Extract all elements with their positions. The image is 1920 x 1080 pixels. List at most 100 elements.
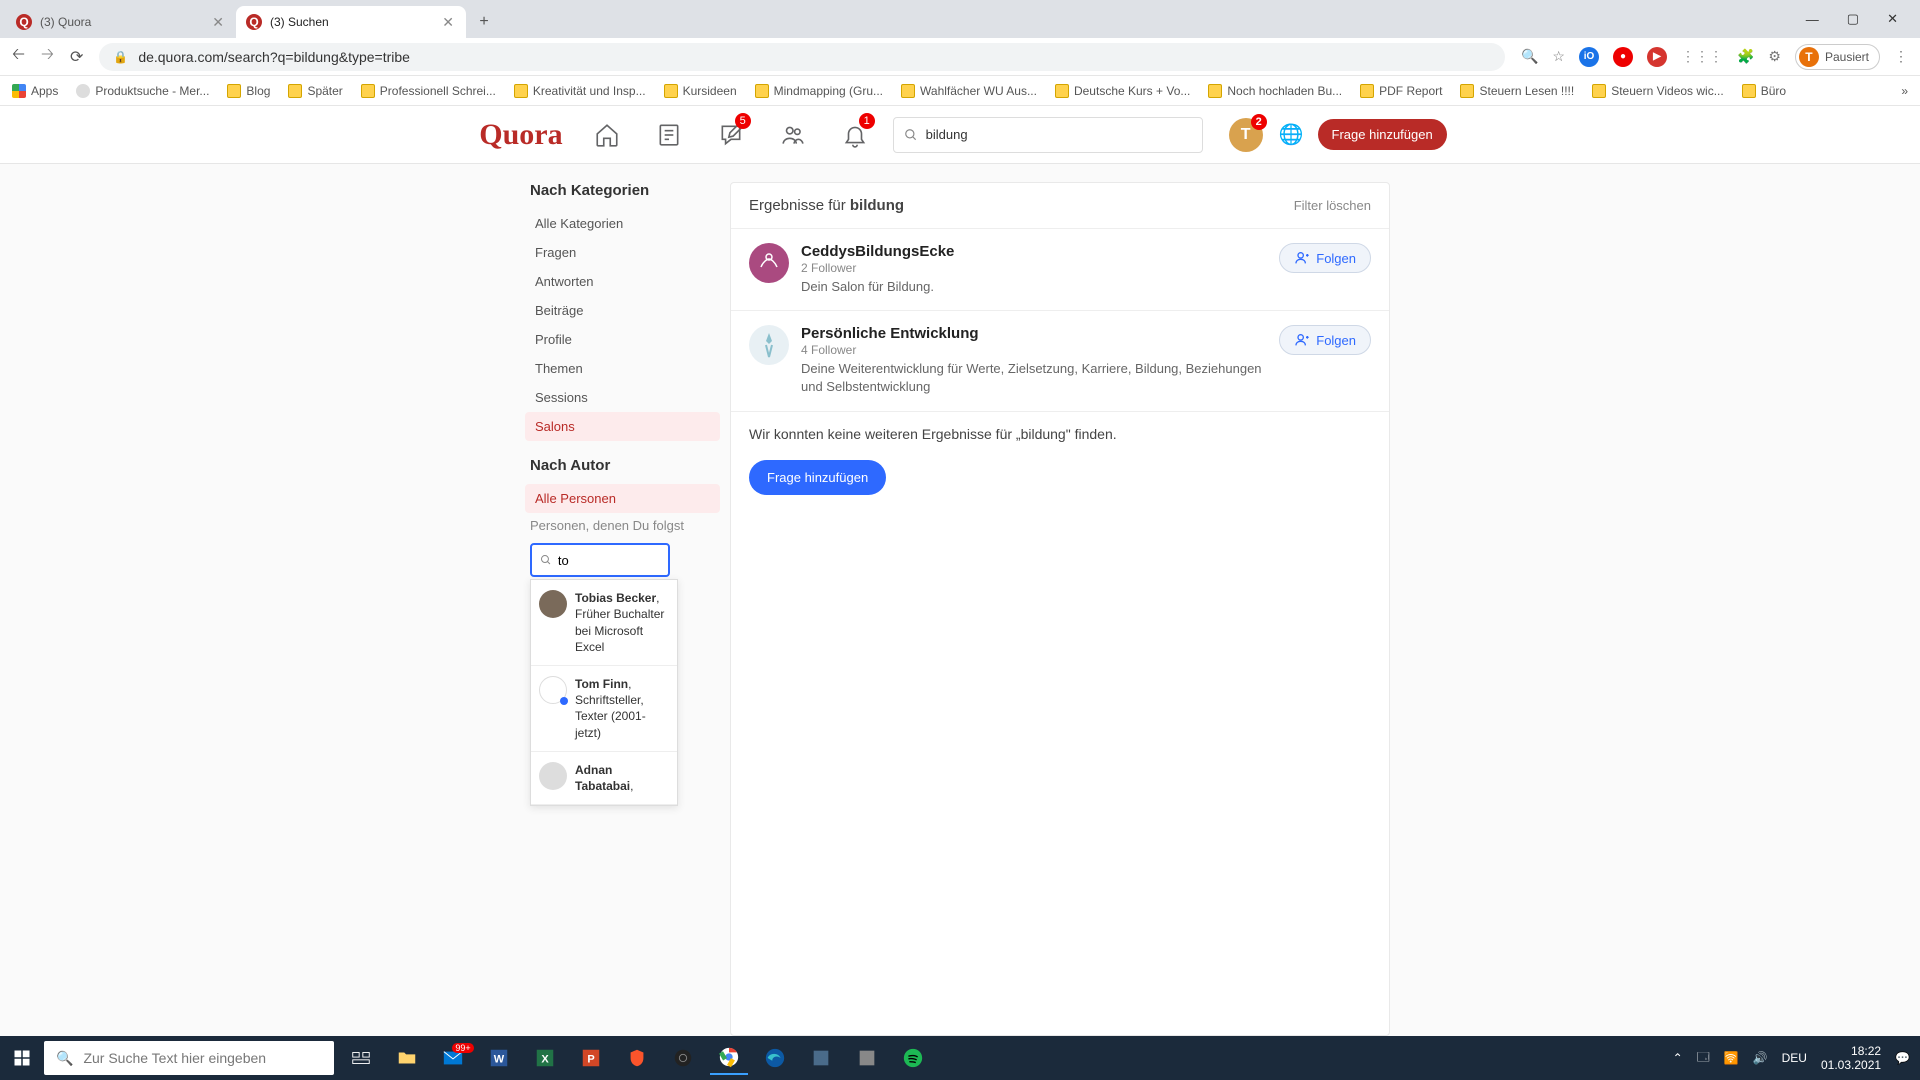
bookmark-apps[interactable]: Apps (12, 84, 58, 98)
maximize-icon[interactable]: ▢ (1847, 11, 1859, 27)
author-search-input[interactable] (530, 543, 670, 577)
close-icon[interactable]: ✕ (442, 14, 454, 31)
bookmark-item[interactable]: Büro (1742, 84, 1786, 98)
nav-notifications-icon[interactable]: 1 (831, 115, 879, 155)
taskbar-search-input[interactable]: 🔍 Zur Suche Text hier eingeben (44, 1041, 334, 1075)
new-tab-button[interactable]: + (474, 12, 494, 32)
globe-icon[interactable]: 🌐 (1279, 122, 1304, 147)
tab-quora[interactable]: Q (3) Quora ✕ (6, 6, 236, 38)
reload-icon[interactable]: ⟳ (70, 47, 83, 67)
nav-spaces-icon[interactable] (769, 115, 817, 155)
bookmark-item[interactable]: Kreativität und Insp... (514, 84, 646, 98)
add-question-button[interactable]: Frage hinzufügen (1318, 119, 1447, 150)
app-icon[interactable] (848, 1041, 886, 1075)
close-icon[interactable]: ✕ (212, 14, 224, 31)
sidebar-item-posts[interactable]: Beiträge (525, 296, 720, 325)
follow-button[interactable]: Folgen (1279, 325, 1371, 355)
mail-icon[interactable]: 99+ (434, 1041, 472, 1075)
chevron-up-icon[interactable]: ⌃ (1673, 1051, 1683, 1065)
extension-icon[interactable]: ⋮⋮⋮ (1681, 48, 1723, 65)
powerpoint-icon[interactable]: P (572, 1041, 610, 1075)
bookmark-item[interactable]: Mindmapping (Gru... (755, 84, 883, 98)
author-search-field[interactable] (558, 553, 660, 568)
bookmark-item[interactable]: Wahlfächer WU Aus... (901, 84, 1037, 98)
bookmarks-overflow-icon[interactable]: » (1901, 84, 1908, 98)
sidebar-item-all-persons[interactable]: Alle Personen (525, 484, 720, 513)
notifications-icon[interactable]: 💬 (1895, 1051, 1910, 1065)
battery-icon[interactable]: 🗔 (1697, 1048, 1710, 1069)
close-icon[interactable]: ✕ (1887, 11, 1898, 27)
nav-following-icon[interactable] (645, 115, 693, 155)
kebab-icon[interactable]: ⋮ (1894, 48, 1908, 65)
bookmark-item[interactable]: Steuern Lesen !!!! (1460, 84, 1574, 98)
avatar-icon (539, 762, 567, 790)
clear-filter-link[interactable]: Filter löschen (1294, 198, 1371, 213)
start-button[interactable] (0, 1049, 44, 1067)
author-dropdown[interactable]: Tobias Becker, Früher Buchalter bei Micr… (530, 579, 678, 806)
result-item[interactable]: Persönliche Entwicklung 4 Follower Deine… (731, 311, 1389, 411)
clock[interactable]: 18:22 01.03.2021 (1821, 1044, 1881, 1073)
edge-icon[interactable] (756, 1041, 794, 1075)
dropdown-item[interactable]: Tobias Becker, Früher Buchalter bei Micr… (531, 580, 677, 666)
star-icon[interactable]: ☆ (1552, 48, 1565, 65)
bookmark-item[interactable]: Blog (227, 84, 270, 98)
bookmark-item[interactable]: Steuern Videos wic... (1592, 84, 1724, 98)
result-item[interactable]: CeddysBildungsEcke 2 Follower Dein Salon… (731, 229, 1389, 311)
quora-logo[interactable]: Quora (473, 118, 568, 152)
follow-button[interactable]: Folgen (1279, 243, 1371, 273)
chrome-icon[interactable] (710, 1041, 748, 1075)
minimize-icon[interactable]: — (1806, 12, 1819, 27)
user-avatar[interactable]: T 2 (1229, 118, 1263, 152)
profile-chip[interactable]: T Pausiert (1795, 44, 1880, 70)
gear-icon[interactable]: ⚙ (1768, 48, 1781, 65)
spotify-icon[interactable] (894, 1041, 932, 1075)
explorer-icon[interactable] (388, 1041, 426, 1075)
zoom-icon[interactable]: 🔍 (1521, 48, 1538, 65)
sidebar-item-sessions[interactable]: Sessions (525, 383, 720, 412)
nav-answer-icon[interactable]: 5 (707, 115, 755, 155)
bookmark-item[interactable]: Kursideen (664, 84, 737, 98)
excel-icon[interactable]: X (526, 1041, 564, 1075)
add-question-button[interactable]: Frage hinzufügen (749, 460, 886, 495)
sidebar-heading-categories: Nach Kategorien (530, 182, 710, 199)
tab-suchen[interactable]: Q (3) Suchen ✕ (236, 6, 466, 38)
extension-icon[interactable]: iO (1579, 47, 1599, 67)
folder-icon (1208, 84, 1222, 98)
bookmark-item[interactable]: Später (288, 84, 342, 98)
system-tray: ⌃ 🗔 🛜 🔊 DEU 18:22 01.03.2021 💬 (1673, 1044, 1920, 1073)
forward-icon[interactable]: 🡢 (41, 43, 54, 70)
search-icon: 🔍 (56, 1050, 73, 1067)
sidebar: Nach Kategorien Alle Kategorien Fragen A… (530, 182, 710, 1036)
quora-search-input[interactable]: bildung (893, 117, 1203, 153)
sidebar-item-topics[interactable]: Themen (525, 354, 720, 383)
bookmark-item[interactable]: Produktsuche - Mer... (76, 84, 209, 98)
puzzle-icon[interactable]: 🧩 (1737, 48, 1754, 65)
brave-icon[interactable] (618, 1041, 656, 1075)
bookmark-item[interactable]: Noch hochladen Bu... (1208, 84, 1342, 98)
volume-icon[interactable]: 🔊 (1753, 1051, 1768, 1065)
obs-icon[interactable] (664, 1041, 702, 1075)
sidebar-item-all-categories[interactable]: Alle Kategorien (525, 209, 720, 238)
sidebar-following-text[interactable]: Personen, denen Du folgst (530, 513, 710, 543)
nav-home-icon[interactable] (583, 115, 631, 155)
app-icon[interactable] (802, 1041, 840, 1075)
sidebar-item-salons[interactable]: Salons (525, 412, 720, 441)
date: 01.03.2021 (1821, 1058, 1881, 1072)
language-indicator[interactable]: DEU (1782, 1051, 1807, 1065)
dropdown-item[interactable]: Adnan Tabatabai, (531, 752, 677, 805)
back-icon[interactable]: 🡠 (12, 43, 25, 70)
quora-topbar: Quora 5 1 bildung T 2 🌐 Frage hinzufügen (0, 106, 1920, 164)
bookmark-item[interactable]: Professionell Schrei... (361, 84, 496, 98)
wifi-icon[interactable]: 🛜 (1724, 1051, 1739, 1065)
extension-icon[interactable]: ● (1613, 47, 1633, 67)
task-view-icon[interactable] (342, 1041, 380, 1075)
url-input[interactable]: 🔒 de.quora.com/search?q=bildung&type=tri… (99, 43, 1505, 71)
dropdown-item[interactable]: Tom Finn, Schriftsteller, Texter (2001-j… (531, 666, 677, 752)
bookmark-item[interactable]: Deutsche Kurs + Vo... (1055, 84, 1190, 98)
sidebar-item-questions[interactable]: Fragen (525, 238, 720, 267)
word-icon[interactable]: W (480, 1041, 518, 1075)
extension-icon[interactable]: ▶ (1647, 47, 1667, 67)
bookmark-item[interactable]: PDF Report (1360, 84, 1442, 98)
sidebar-item-profiles[interactable]: Profile (525, 325, 720, 354)
sidebar-item-answers[interactable]: Antworten (525, 267, 720, 296)
